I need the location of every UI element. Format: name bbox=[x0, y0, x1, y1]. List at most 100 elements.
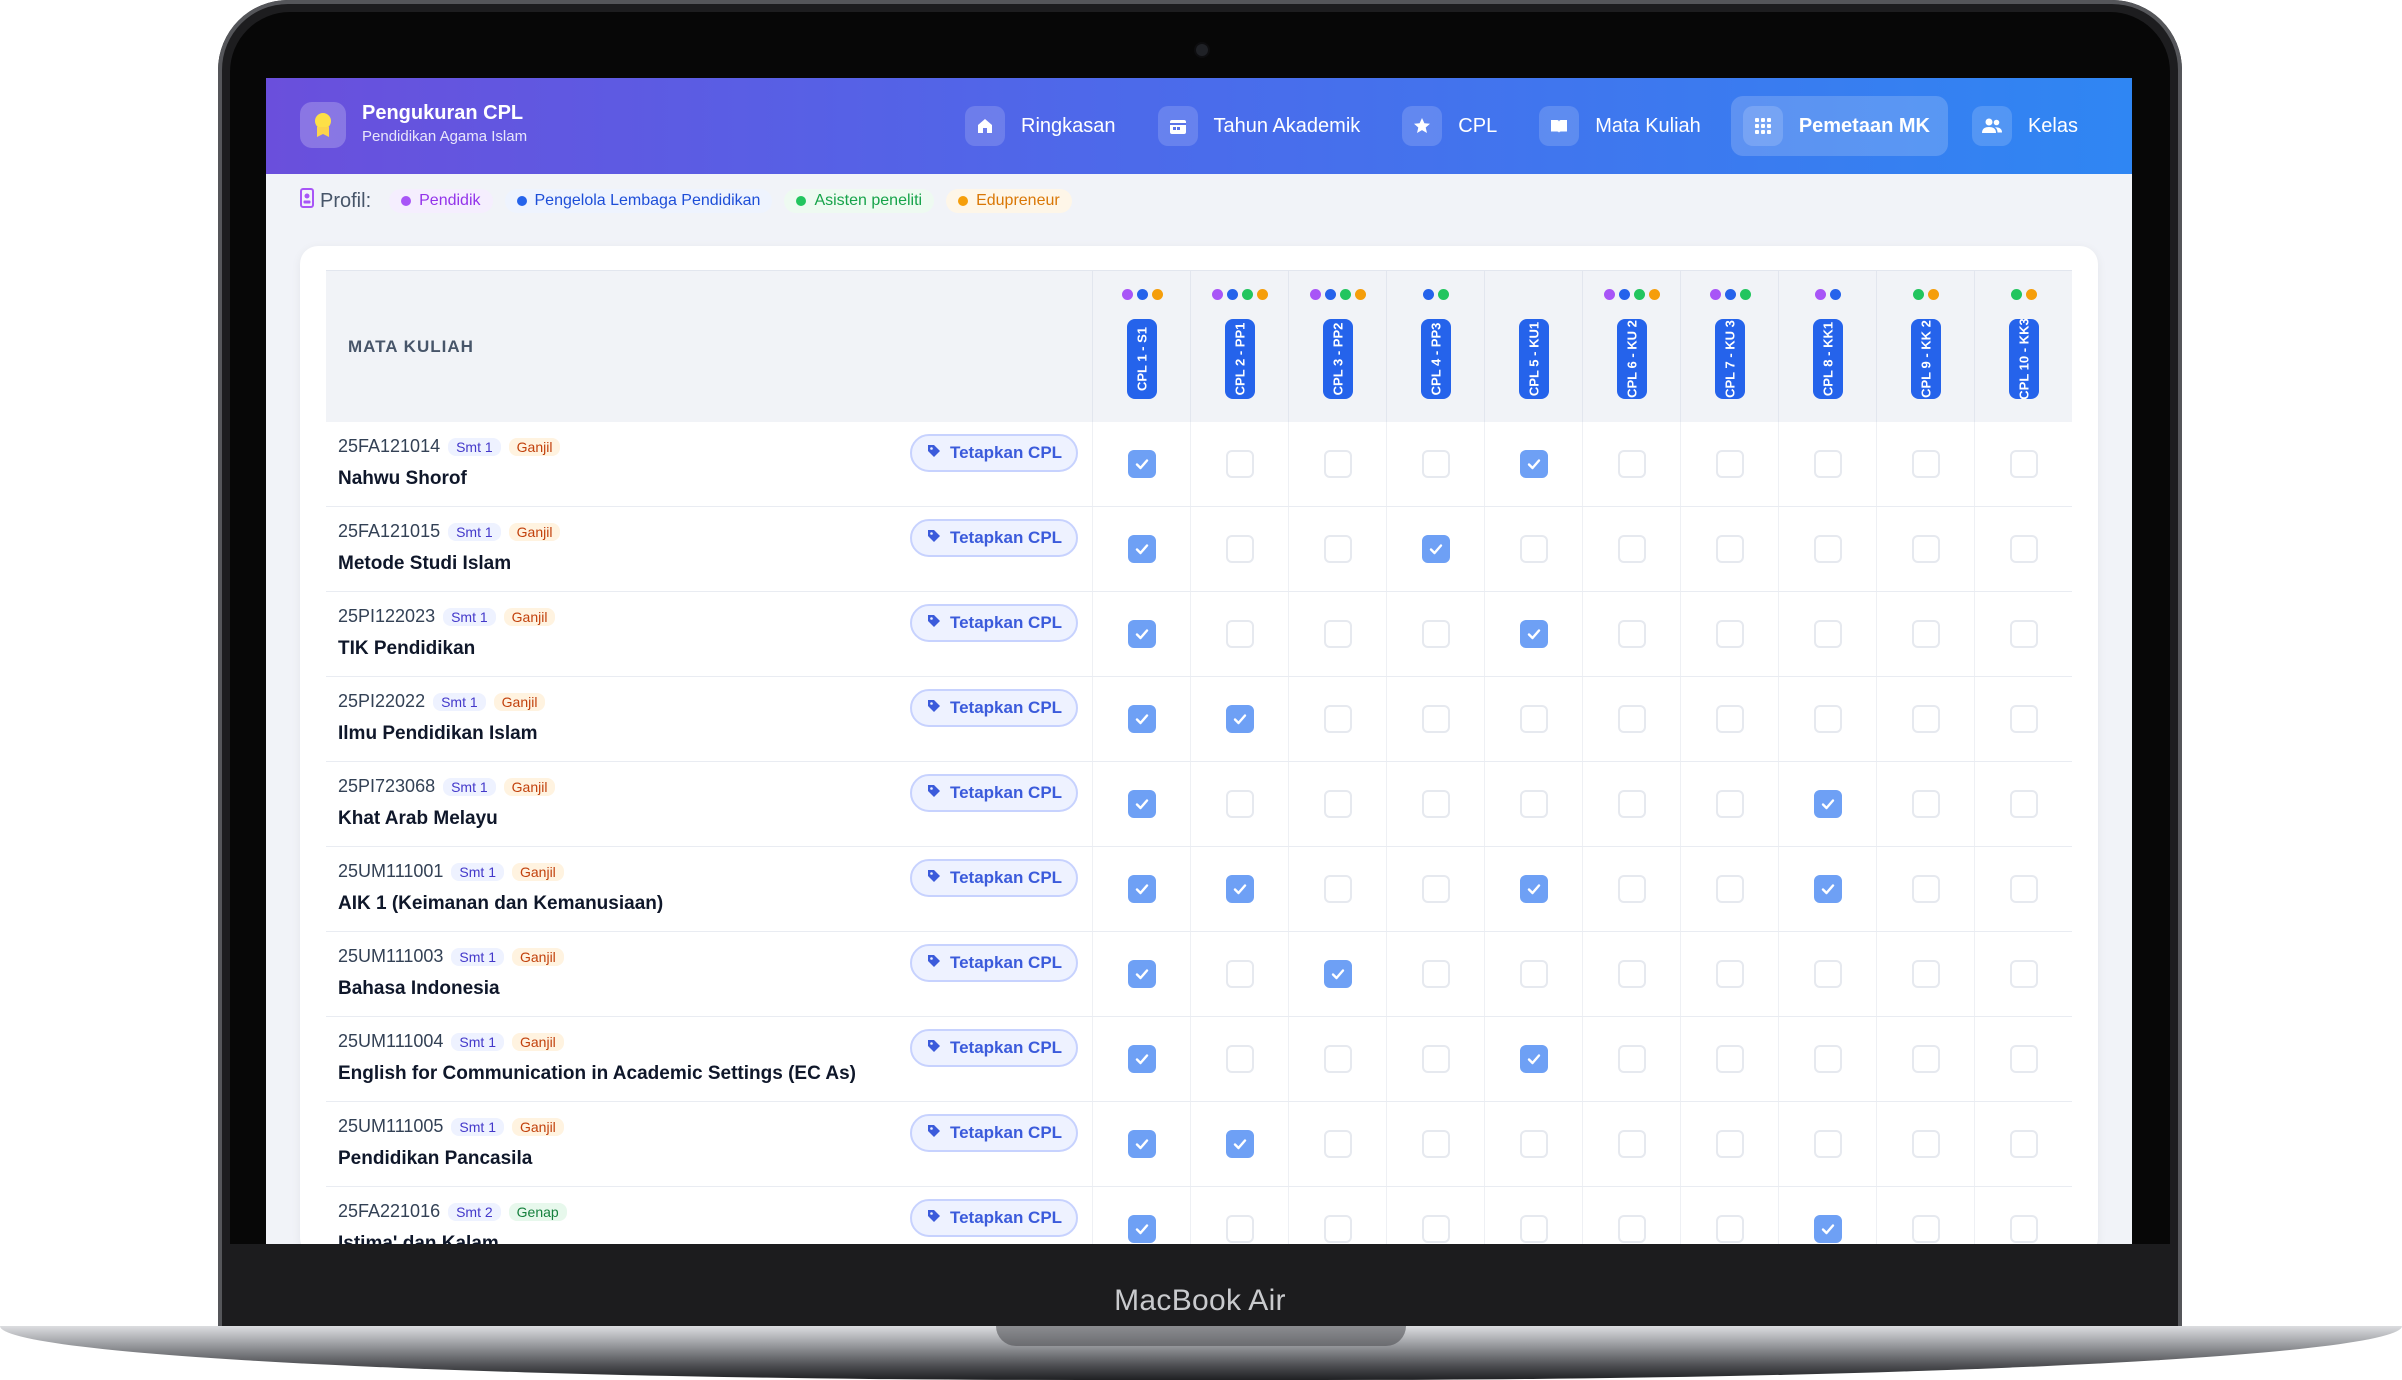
mapping-checkbox[interactable] bbox=[1226, 620, 1254, 648]
mapping-checkbox[interactable] bbox=[1716, 960, 1744, 988]
mapping-checkbox[interactable] bbox=[1814, 960, 1842, 988]
mapping-checkbox[interactable] bbox=[1618, 1215, 1646, 1243]
mapping-checkbox[interactable] bbox=[1422, 705, 1450, 733]
assign-cpl-button[interactable]: Tetapkan CPL bbox=[910, 859, 1078, 897]
assign-cpl-button[interactable]: Tetapkan CPL bbox=[910, 944, 1078, 982]
nav-item-mata-kuliah[interactable]: Mata Kuliah bbox=[1527, 96, 1719, 156]
mapping-checkbox[interactable] bbox=[1226, 790, 1254, 818]
mapping-checkbox-checked[interactable] bbox=[1128, 1045, 1156, 1073]
mapping-checkbox[interactable] bbox=[1618, 960, 1646, 988]
mapping-checkbox-checked[interactable] bbox=[1422, 535, 1450, 563]
mapping-checkbox[interactable] bbox=[1324, 450, 1352, 478]
mapping-checkbox[interactable] bbox=[1324, 875, 1352, 903]
mapping-checkbox[interactable] bbox=[1814, 620, 1842, 648]
mapping-checkbox[interactable] bbox=[1324, 1130, 1352, 1158]
mapping-checkbox[interactable] bbox=[1226, 450, 1254, 478]
mapping-checkbox[interactable] bbox=[1324, 705, 1352, 733]
mapping-checkbox[interactable] bbox=[1912, 450, 1940, 478]
mapping-checkbox[interactable] bbox=[2010, 1045, 2038, 1073]
nav-item-ringkasan[interactable]: Ringkasan bbox=[953, 96, 1134, 156]
nav-item-cpl[interactable]: CPL bbox=[1390, 96, 1515, 156]
mapping-checkbox-checked[interactable] bbox=[1520, 450, 1548, 478]
mapping-checkbox-checked[interactable] bbox=[1128, 535, 1156, 563]
mapping-checkbox[interactable] bbox=[1716, 535, 1744, 563]
mapping-checkbox[interactable] bbox=[1716, 450, 1744, 478]
mapping-checkbox[interactable] bbox=[1226, 1045, 1254, 1073]
mapping-checkbox-checked[interactable] bbox=[1128, 1215, 1156, 1243]
mapping-checkbox[interactable] bbox=[1422, 875, 1450, 903]
assign-cpl-button[interactable]: Tetapkan CPL bbox=[910, 604, 1078, 642]
assign-cpl-button[interactable]: Tetapkan CPL bbox=[910, 434, 1078, 472]
mapping-checkbox[interactable] bbox=[1422, 790, 1450, 818]
mapping-checkbox[interactable] bbox=[1618, 535, 1646, 563]
mapping-checkbox[interactable] bbox=[2010, 535, 2038, 563]
mapping-checkbox[interactable] bbox=[1422, 1045, 1450, 1073]
mapping-checkbox[interactable] bbox=[1618, 875, 1646, 903]
mapping-checkbox[interactable] bbox=[1716, 790, 1744, 818]
mapping-checkbox[interactable] bbox=[1912, 1215, 1940, 1243]
mapping-checkbox-checked[interactable] bbox=[1128, 875, 1156, 903]
mapping-checkbox[interactable] bbox=[1226, 535, 1254, 563]
mapping-checkbox[interactable] bbox=[1324, 790, 1352, 818]
mapping-checkbox[interactable] bbox=[2010, 620, 2038, 648]
mapping-checkbox[interactable] bbox=[1324, 1215, 1352, 1243]
assign-cpl-button[interactable]: Tetapkan CPL bbox=[910, 1029, 1078, 1067]
mapping-checkbox-checked[interactable] bbox=[1520, 875, 1548, 903]
mapping-checkbox[interactable] bbox=[1618, 1130, 1646, 1158]
mapping-checkbox[interactable] bbox=[1618, 790, 1646, 818]
mapping-checkbox[interactable] bbox=[2010, 450, 2038, 478]
mapping-checkbox[interactable] bbox=[1716, 1215, 1744, 1243]
assign-cpl-button[interactable]: Tetapkan CPL bbox=[910, 1199, 1078, 1237]
mapping-checkbox[interactable] bbox=[1422, 1130, 1450, 1158]
mapping-checkbox[interactable] bbox=[1520, 790, 1548, 818]
mapping-checkbox[interactable] bbox=[1716, 705, 1744, 733]
mapping-checkbox-checked[interactable] bbox=[1128, 450, 1156, 478]
mapping-checkbox[interactable] bbox=[2010, 790, 2038, 818]
mapping-checkbox[interactable] bbox=[1422, 960, 1450, 988]
mapping-checkbox-checked[interactable] bbox=[1128, 1130, 1156, 1158]
mapping-checkbox[interactable] bbox=[1912, 960, 1940, 988]
mapping-checkbox[interactable] bbox=[2010, 960, 2038, 988]
mapping-checkbox[interactable] bbox=[2010, 875, 2038, 903]
mapping-checkbox[interactable] bbox=[1912, 1045, 1940, 1073]
mapping-checkbox[interactable] bbox=[1324, 535, 1352, 563]
mapping-checkbox[interactable] bbox=[1912, 1130, 1940, 1158]
mapping-checkbox-checked[interactable] bbox=[1814, 790, 1842, 818]
assign-cpl-button[interactable]: Tetapkan CPL bbox=[910, 774, 1078, 812]
mapping-checkbox[interactable] bbox=[1422, 1215, 1450, 1243]
mapping-checkbox[interactable] bbox=[1814, 1130, 1842, 1158]
mapping-checkbox[interactable] bbox=[1618, 620, 1646, 648]
mapping-checkbox[interactable] bbox=[2010, 1130, 2038, 1158]
mapping-checkbox-checked[interactable] bbox=[1128, 790, 1156, 818]
mapping-checkbox-checked[interactable] bbox=[1814, 875, 1842, 903]
mapping-checkbox-checked[interactable] bbox=[1226, 1130, 1254, 1158]
mapping-checkbox[interactable] bbox=[1422, 620, 1450, 648]
mapping-checkbox[interactable] bbox=[1814, 1045, 1842, 1073]
mapping-checkbox[interactable] bbox=[1912, 620, 1940, 648]
nav-item-pemetaan-mk[interactable]: Pemetaan MK bbox=[1730, 96, 1948, 156]
mapping-checkbox[interactable] bbox=[1520, 1130, 1548, 1158]
assign-cpl-button[interactable]: Tetapkan CPL bbox=[910, 1114, 1078, 1152]
mapping-checkbox[interactable] bbox=[1520, 705, 1548, 733]
mapping-checkbox[interactable] bbox=[1814, 705, 1842, 733]
mapping-checkbox[interactable] bbox=[1716, 1045, 1744, 1073]
assign-cpl-button[interactable]: Tetapkan CPL bbox=[910, 519, 1078, 557]
mapping-checkbox[interactable] bbox=[2010, 1215, 2038, 1243]
mapping-checkbox[interactable] bbox=[1912, 535, 1940, 563]
mapping-checkbox[interactable] bbox=[1618, 1045, 1646, 1073]
mapping-checkbox[interactable] bbox=[1814, 450, 1842, 478]
mapping-checkbox[interactable] bbox=[1422, 450, 1450, 478]
mapping-checkbox-checked[interactable] bbox=[1324, 960, 1352, 988]
mapping-checkbox-checked[interactable] bbox=[1520, 1045, 1548, 1073]
mapping-checkbox[interactable] bbox=[1324, 1045, 1352, 1073]
mapping-checkbox[interactable] bbox=[1716, 875, 1744, 903]
mapping-checkbox[interactable] bbox=[2010, 705, 2038, 733]
mapping-checkbox[interactable] bbox=[1618, 705, 1646, 733]
mapping-checkbox[interactable] bbox=[1912, 790, 1940, 818]
mapping-checkbox-checked[interactable] bbox=[1226, 705, 1254, 733]
mapping-checkbox[interactable] bbox=[1716, 1130, 1744, 1158]
mapping-checkbox-checked[interactable] bbox=[1128, 705, 1156, 733]
nav-item-tahun-akademik[interactable]: Tahun Akademik bbox=[1146, 96, 1379, 156]
mapping-checkbox-checked[interactable] bbox=[1226, 875, 1254, 903]
mapping-checkbox[interactable] bbox=[1912, 875, 1940, 903]
